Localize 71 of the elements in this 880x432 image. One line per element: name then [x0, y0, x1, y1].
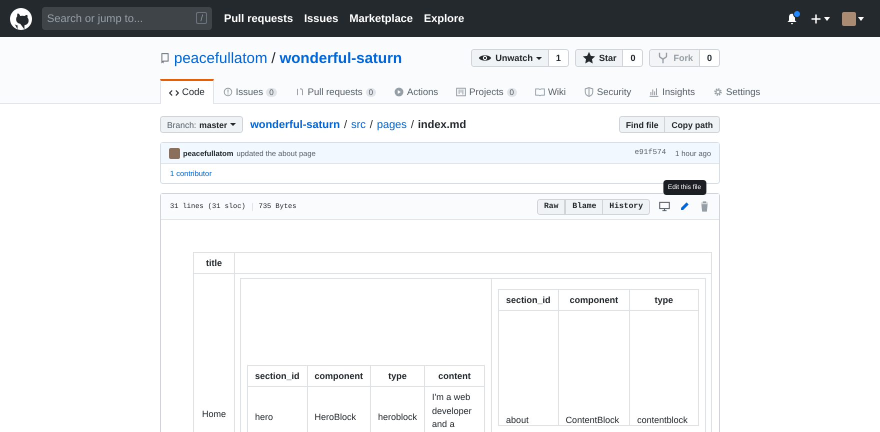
breadcrumb-link[interactable]: src [351, 118, 366, 130]
board-icon [456, 87, 466, 97]
star-icon [582, 51, 596, 65]
nav-link[interactable]: Pull requests [224, 12, 294, 24]
path-separator: / [370, 118, 373, 130]
counter: 0 [506, 88, 517, 96]
file-action-button[interactable]: Find file [618, 116, 666, 133]
repo-icon [160, 52, 170, 64]
notifications-button[interactable] [786, 12, 798, 24]
repo-tab[interactable]: Actions [385, 79, 448, 103]
repo-tab[interactable]: Projects 0 [447, 79, 526, 103]
table-header: section_id [248, 366, 308, 386]
breadcrumb-link[interactable]: wonderful-saturn [250, 118, 340, 130]
file-action-button[interactable]: Copy path [665, 116, 720, 133]
desktop-icon [659, 201, 670, 212]
repo-tab[interactable]: Issues 0 [214, 79, 286, 103]
table-cell: about [498, 310, 558, 426]
avatar [169, 148, 180, 158]
count-label[interactable]: 0 [623, 49, 644, 67]
github-logo-icon [10, 8, 32, 30]
table-cell: contentblock [630, 310, 698, 426]
book-icon [534, 87, 545, 97]
file-view-button[interactable]: Blame [565, 198, 604, 214]
path-separator: / [271, 50, 276, 66]
repo-tab[interactable]: Security [574, 79, 640, 103]
repo-tab[interactable]: Code [160, 79, 214, 104]
table-cell: hero [248, 386, 308, 432]
file-view-button[interactable]: History [603, 198, 650, 214]
table-header: content [424, 366, 485, 386]
repo-name-link[interactable]: wonderful-saturn [280, 50, 402, 66]
nav-link[interactable]: Marketplace [349, 12, 413, 24]
counter: 0 [366, 88, 376, 96]
breadcrumb-link[interactable]: pages [376, 118, 407, 130]
branch-select[interactable]: Branch: master [160, 116, 244, 133]
code-icon [169, 88, 179, 98]
path-separator: / [344, 118, 348, 130]
watch-button[interactable]: Unwatch [471, 49, 549, 67]
repo-tab[interactable]: Insights [640, 79, 704, 103]
owner-link[interactable]: peacefullatom [174, 50, 268, 66]
path-separator: / [410, 118, 414, 130]
gear-icon [712, 87, 723, 97]
table-header: component [307, 366, 371, 386]
bar-graph-icon [649, 87, 660, 97]
trash-icon [699, 201, 710, 212]
create-menu-button[interactable] [810, 12, 830, 24]
star-button[interactable]: Star [574, 49, 624, 67]
bell-icon [786, 12, 798, 24]
repo-tab[interactable]: Wiki [526, 79, 575, 103]
plus-icon [810, 12, 822, 24]
repo-tab[interactable]: Settings [704, 79, 770, 103]
pencil-icon [679, 201, 690, 212]
shield-icon [584, 87, 594, 97]
issue-icon [222, 87, 233, 97]
file-view-button[interactable]: Raw [536, 198, 566, 214]
table-header: section_id [498, 290, 558, 310]
count-label[interactable]: 1 [548, 49, 569, 67]
counter: 0 [266, 88, 277, 96]
nav-link[interactable]: Explore [424, 12, 464, 24]
table-header: type [630, 290, 698, 310]
pull-request-icon [294, 87, 305, 97]
table-cell: Home [194, 274, 234, 432]
table-cell: ContentBlock [558, 310, 630, 426]
shortcut-key: / [196, 12, 207, 24]
table-header: type [370, 366, 425, 386]
file-name: index.md [418, 118, 466, 130]
repo-tab[interactable]: Pull requests 0 [286, 79, 386, 103]
play-icon [394, 87, 404, 97]
table-header: component [558, 290, 630, 310]
profile-menu-button[interactable] [842, 12, 864, 26]
table-header: title [194, 252, 234, 274]
nav-link[interactable]: Issues [304, 12, 338, 24]
